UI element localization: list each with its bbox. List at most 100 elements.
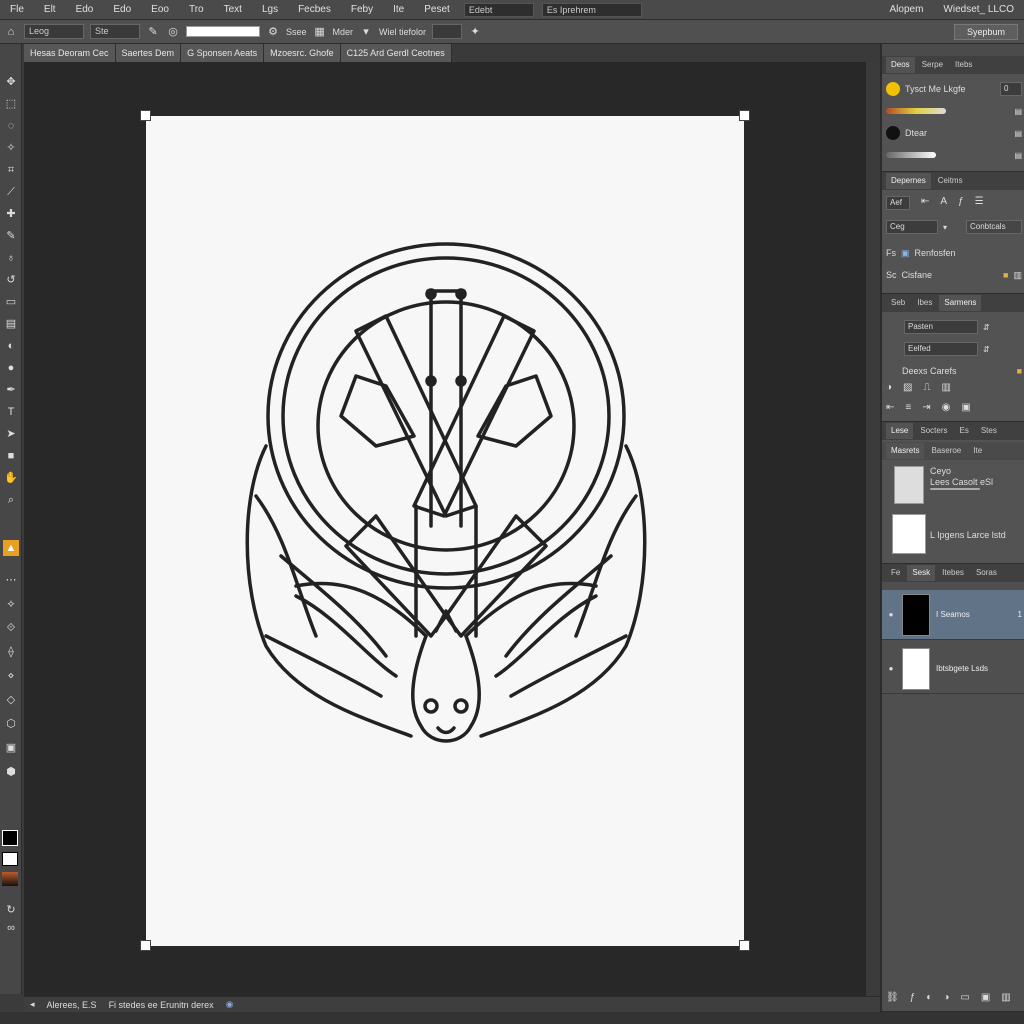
new-item-icon[interactable]: ▣ bbox=[961, 402, 970, 416]
align-left-icon[interactable]: ⇤ bbox=[886, 402, 894, 416]
hand-tool-icon[interactable]: ✋ bbox=[3, 470, 19, 486]
tool-preset-icon[interactable]: ⌂ bbox=[4, 25, 18, 39]
subtab-1[interactable]: Masrets bbox=[886, 443, 925, 459]
crop-tool-icon[interactable]: ⌗ bbox=[3, 162, 19, 178]
color-field[interactable] bbox=[186, 26, 260, 37]
tab-properties[interactable]: Depernes bbox=[886, 173, 931, 189]
document-info[interactable]: Fi stedes ee Erunitn derex bbox=[109, 1000, 214, 1010]
menu-image[interactable]: Edo bbox=[66, 4, 104, 15]
search-button[interactable]: Syepbum bbox=[954, 24, 1018, 40]
new-layer-icon[interactable]: ▣ bbox=[981, 992, 990, 1006]
stamp-tool-icon[interactable]: ♁ bbox=[3, 250, 19, 266]
layer-row-1[interactable]: ● I Seamos 1 bbox=[882, 590, 1024, 640]
transform-handle-top-left[interactable] bbox=[140, 110, 151, 121]
snapshot-thumbnail[interactable] bbox=[894, 466, 924, 504]
layer-mask-icon[interactable]: ◐ bbox=[926, 992, 932, 1006]
options-label-3[interactable]: Wiel tiefolor bbox=[379, 27, 426, 37]
history-slider[interactable] bbox=[930, 488, 980, 490]
eye-icon-2[interactable]: ● bbox=[886, 664, 896, 673]
stroke-path-icon[interactable]: ⎍ bbox=[924, 382, 931, 396]
info-icon[interactable]: ◉ bbox=[226, 999, 234, 1010]
delete-path-icon[interactable]: ▥ bbox=[942, 382, 951, 396]
tab-paths-2[interactable]: Ibes bbox=[912, 295, 937, 311]
doc-tab-1[interactable]: Hesas Deoram Cec bbox=[24, 44, 116, 62]
blur-tool-icon[interactable]: ◐ bbox=[3, 338, 19, 354]
options-field-3[interactable] bbox=[432, 24, 463, 39]
extra-tool-icon[interactable]: ⟡ bbox=[3, 596, 19, 612]
folder-icon[interactable]: ■ bbox=[1017, 366, 1022, 376]
workspace-label-2[interactable]: Wiedset_ LLCO bbox=[933, 4, 1024, 15]
fill-path-icon[interactable]: ▨ bbox=[903, 382, 912, 396]
history-brush-tool-icon[interactable]: ↺ bbox=[3, 272, 19, 288]
swatch-row-3[interactable]: Dtear ▤ bbox=[886, 124, 1022, 142]
paths-row-3[interactable]: Deexs Carefs ■ bbox=[886, 362, 1022, 380]
extra-tool-2-icon[interactable]: ⟐ bbox=[3, 620, 19, 636]
options-field-2[interactable]: Ste bbox=[90, 24, 140, 39]
paths-field-1[interactable]: Pasten bbox=[904, 320, 978, 334]
doc-tab-4[interactable]: Mzoesrc. Ghofe bbox=[264, 44, 341, 62]
list-icon[interactable]: ☰ bbox=[975, 196, 984, 210]
extra-tool-5-icon[interactable]: ◇ bbox=[3, 692, 19, 708]
menu-filter[interactable]: Fecbes bbox=[288, 4, 341, 15]
eyedropper-tool-icon[interactable]: ⟋ bbox=[3, 184, 19, 200]
transform-handle-bottom-right[interactable] bbox=[739, 940, 750, 951]
align-icon[interactable]: ⇤ bbox=[921, 196, 929, 210]
doc-tab-5[interactable]: C125 Ard Gerdl Ceotnes bbox=[340, 44, 452, 62]
menu-file[interactable]: Fle bbox=[0, 4, 34, 15]
paths-field-2[interactable]: Eelfed bbox=[904, 342, 978, 356]
move-tool-icon[interactable]: ✥ bbox=[3, 74, 19, 90]
highlight-tool-icon[interactable]: ▲ bbox=[3, 540, 19, 556]
menu-preset[interactable]: Peset bbox=[414, 4, 460, 15]
history-item-2[interactable]: L Ipgens Larce lstd bbox=[930, 526, 1006, 544]
pen-tool-icon[interactable]: ✒ bbox=[3, 382, 19, 398]
quick-mask-icon[interactable] bbox=[2, 872, 18, 886]
align-center-icon[interactable]: ≡ bbox=[905, 402, 911, 416]
swatch-4-icon[interactable]: ▤ bbox=[1014, 151, 1022, 160]
properties-row-1[interactable]: Fs ▣ Renfosfen bbox=[886, 244, 1022, 262]
transform-handle-top-right[interactable] bbox=[739, 110, 750, 121]
tab-layers-2[interactable]: Sesk bbox=[907, 565, 936, 581]
tab-styles[interactable]: Itebs bbox=[950, 57, 977, 73]
menu-3d[interactable]: Feby bbox=[341, 4, 383, 15]
eye-icon[interactable]: ● bbox=[886, 610, 896, 619]
type-tool-icon[interactable]: T bbox=[3, 404, 19, 420]
chevron-left-icon[interactable]: ◂ bbox=[30, 999, 35, 1010]
target-icon[interactable]: ◎ bbox=[166, 25, 180, 39]
new-group-icon[interactable]: ▭ bbox=[960, 992, 969, 1006]
mask-icon[interactable]: ◉ bbox=[942, 402, 951, 416]
tab-layers-1[interactable]: Fe bbox=[886, 565, 905, 581]
brush-icon[interactable]: ✎ bbox=[146, 25, 160, 39]
trash-icon[interactable]: ▥ bbox=[1013, 270, 1022, 281]
extra-tool-3-icon[interactable]: ⟠ bbox=[3, 644, 19, 660]
foreground-color-swatch[interactable] bbox=[2, 830, 18, 846]
menu-logs[interactable]: Lgs bbox=[252, 4, 288, 15]
workspace-label[interactable]: Alopem bbox=[880, 4, 934, 15]
extra-tool-8-icon[interactable]: ⬢ bbox=[3, 764, 19, 780]
lasso-tool-icon[interactable]: ◌ bbox=[3, 118, 19, 134]
text-icon[interactable]: A bbox=[940, 196, 947, 210]
lock-icon[interactable]: ■ bbox=[1003, 270, 1008, 280]
menu-type[interactable]: Eoo bbox=[141, 4, 179, 15]
grid-icon[interactable]: ▦ bbox=[313, 25, 327, 39]
brush-tool-icon[interactable]: ✎ bbox=[3, 228, 19, 244]
align-right-icon[interactable]: ⇥ bbox=[922, 402, 930, 416]
properties-field-2[interactable]: Ceg bbox=[886, 220, 938, 234]
extra-tool-7-icon[interactable]: ▣ bbox=[3, 740, 19, 756]
tab-layers-3[interactable]: Itebes bbox=[937, 565, 969, 581]
style-icon[interactable]: ƒ bbox=[958, 196, 964, 210]
eraser-tool-icon[interactable]: ▭ bbox=[3, 294, 19, 310]
tab-paths-1[interactable]: Seb bbox=[886, 295, 910, 311]
path-select-tool-icon[interactable]: ➤ bbox=[3, 426, 19, 442]
layer-style-icon[interactable]: ƒ bbox=[910, 992, 916, 1006]
link-layers-icon[interactable]: ⛓ bbox=[886, 992, 899, 1006]
menu-edit[interactable]: Elt bbox=[34, 4, 66, 15]
menu-field-2[interactable]: Es Iprehrem bbox=[541, 2, 642, 17]
tab-history-4[interactable]: Stes bbox=[976, 423, 1002, 439]
subtab-2[interactable]: Baseroe bbox=[926, 443, 966, 459]
swatch-row-4[interactable]: ▤ bbox=[886, 146, 1022, 164]
menu-layer[interactable]: Edo bbox=[103, 4, 141, 15]
tab-swatches[interactable]: Serpe bbox=[917, 57, 948, 73]
tab-layers-4[interactable]: Soras bbox=[971, 565, 1002, 581]
options-field-1[interactable]: Leog bbox=[24, 24, 84, 39]
tab-color[interactable]: Deos bbox=[886, 57, 915, 73]
